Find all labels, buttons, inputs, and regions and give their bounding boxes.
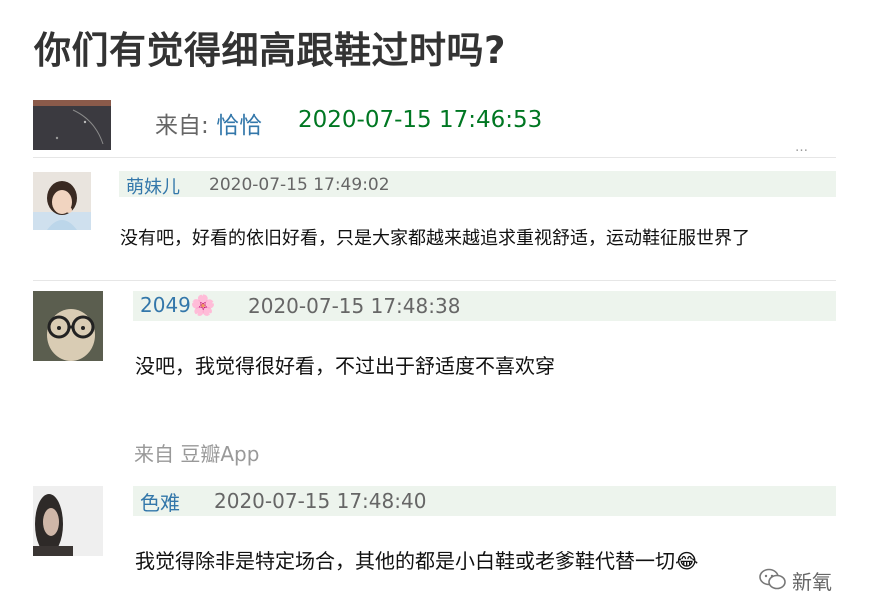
- comment-avatar[interactable]: [33, 486, 103, 556]
- comment-text: 没有吧，好看的依旧好看，只是大家都越来越追求重视舒适，运动鞋征服世界了: [120, 228, 750, 249]
- divider: [33, 280, 836, 281]
- divider: [33, 157, 836, 158]
- comment-user-name: 2049: [140, 293, 191, 317]
- comment-text: 没吧，我觉得很好看，不过出于舒适度不喜欢穿: [135, 354, 555, 378]
- from-label: 来自:: [155, 113, 209, 139]
- avatar-image: [33, 172, 91, 230]
- post-author-avatar[interactable]: [33, 100, 111, 150]
- comment-header: [133, 291, 836, 321]
- comment-user[interactable]: 萌妹儿: [126, 173, 180, 199]
- flower-emoji-icon: 🌸: [190, 293, 216, 317]
- comment-time: 2020-07-15 17:48:38: [248, 294, 461, 318]
- avatar-image: [33, 486, 103, 556]
- comment-avatar[interactable]: [33, 172, 91, 230]
- comment-time: 2020-07-15 17:49:02: [209, 175, 390, 195]
- avatar-image: [33, 291, 103, 361]
- post-timestamp: 2020-07-15 17:46:53: [298, 107, 543, 133]
- comment-user[interactable]: 2049🌸: [140, 293, 216, 317]
- avatar-image: [33, 100, 111, 150]
- comment-user[interactable]: 色难: [140, 487, 180, 516]
- clipped-text: …: [795, 140, 808, 152]
- comment-text: 我觉得除非是特定场合，其他的都是小白鞋或老爹鞋代替一切😂: [135, 549, 699, 573]
- comment-avatar[interactable]: [33, 291, 103, 361]
- watermark: 新氧: [758, 566, 878, 594]
- post-meta: 来自: 恰恰: [155, 106, 262, 140]
- comment-time: 2020-07-15 17:48:40: [214, 489, 427, 513]
- post-author-link[interactable]: 恰恰: [216, 113, 262, 139]
- wechat-icon: [759, 568, 786, 590]
- watermark-text: 新氧: [792, 570, 832, 594]
- page-title: 你们有觉得细高跟鞋过时吗?: [34, 29, 506, 72]
- source-label: 来自 豆瓣App: [134, 442, 260, 466]
